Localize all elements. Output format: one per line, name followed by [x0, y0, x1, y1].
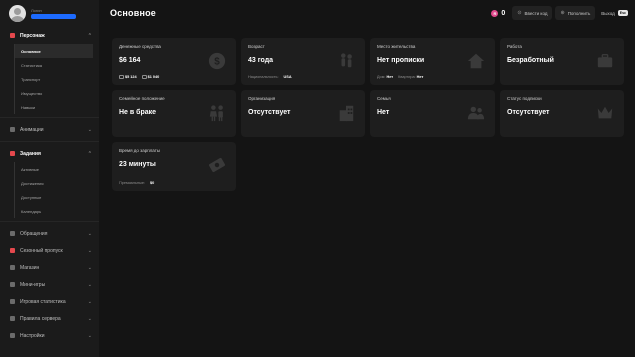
- animation-icon: [9, 127, 15, 133]
- profile-login-label: Логин: [31, 7, 42, 13]
- coin-amount: 0: [501, 9, 506, 17]
- profile-name-redacted: [31, 13, 76, 19]
- house-icon: [467, 52, 485, 70]
- sidebar-section-animations[interactable]: Анимации ⌄: [0, 121, 99, 138]
- top-up-button[interactable]: ⊕ Пополнить: [555, 6, 596, 20]
- house-value: Нет: [386, 75, 394, 79]
- chevron-down-icon: ⌄: [87, 298, 92, 305]
- stats-icon: [9, 299, 15, 305]
- rules-icon: [9, 316, 15, 322]
- chevron-down-icon: ⌄: [87, 126, 92, 133]
- profile[interactable]: Логин: [0, 0, 99, 26]
- chevron-down-icon: ⌄: [87, 315, 92, 322]
- sidebar-item-statistics[interactable]: Статистика: [15, 58, 93, 72]
- sidebar-item-achievements[interactable]: Достижения: [15, 176, 93, 190]
- sidebar-section-shop[interactable]: Магазин ⌄: [0, 259, 99, 276]
- sidebar-section-tickets[interactable]: Обращения ⌄: [0, 225, 99, 242]
- gear-icon: [9, 333, 15, 339]
- cash-balance: $1 040: [141, 75, 159, 79]
- crown-icon: [596, 104, 614, 122]
- avatar: [9, 4, 26, 22]
- card-organization: Организация Отсутствует: [241, 90, 365, 137]
- card-money: Денежные средства $6 164 $5 124 $1 040 $: [112, 38, 236, 85]
- ticket-icon: [9, 231, 15, 237]
- sidebar-item-available[interactable]: Доступные: [15, 190, 93, 204]
- money-bill-icon: [208, 156, 226, 174]
- sidebar-item-skills[interactable]: Навыки: [15, 100, 93, 114]
- page-title: Основное: [110, 8, 157, 18]
- card-job: Работа Безработный: [500, 38, 624, 85]
- esc-key-badge: Esc: [617, 10, 628, 16]
- svg-text:$: $: [214, 57, 220, 68]
- elderly-people-icon: [337, 52, 355, 70]
- divider: [0, 221, 99, 222]
- bonus-value: $0: [149, 181, 155, 185]
- card-subscription: Статус подписки Отсутствует: [500, 90, 624, 137]
- chevron-down-icon: ⌄: [87, 281, 92, 288]
- gift-icon: ⊙: [517, 10, 522, 16]
- card-icon: [119, 75, 124, 79]
- chevron-down-icon: ⌄: [87, 332, 92, 339]
- card-family: Семья Нет: [370, 90, 495, 137]
- card-residence: Место жительства Нет прописки Дом: Нет К…: [370, 38, 495, 85]
- plus-circle-icon: ⊕: [560, 10, 565, 16]
- sidebar: Логин Персонаж ⌃ Основное Статистика Тра…: [0, 0, 99, 357]
- card-salary: Время до зарплаты 23 минуты Премиальные:…: [112, 142, 236, 191]
- sidebar-item-transport[interactable]: Транспорт: [15, 72, 93, 86]
- character-submenu: Основное Статистика Транспорт Имущество …: [14, 44, 99, 114]
- building-icon: [337, 104, 355, 122]
- topbar: R 0 ⊙ Ввести код ⊕ Пополнить Выход Esc: [487, 6, 628, 20]
- person-icon: [9, 33, 15, 39]
- sidebar-section-character[interactable]: Персонаж ⌃: [0, 27, 99, 44]
- sidebar-section-season-pass[interactable]: Сезонный пропуск ⌄: [0, 242, 99, 259]
- briefcase-icon: [596, 52, 614, 70]
- bank-balance: $5 124: [119, 75, 137, 79]
- chevron-up-icon: ⌃: [87, 32, 92, 39]
- dollar-icon: $: [208, 52, 226, 70]
- sidebar-section-minigames[interactable]: Мини-игры ⌄: [0, 276, 99, 293]
- sidebar-section-game-stats[interactable]: Игровая статистика ⌄: [0, 293, 99, 310]
- card-marital: Семейное положение Не в браке: [112, 90, 236, 137]
- star-icon: [9, 151, 15, 157]
- sidebar-section-settings[interactable]: Настройки ⌄: [0, 327, 99, 344]
- coin-balance: R 0: [487, 6, 509, 20]
- shop-icon: [9, 265, 15, 271]
- divider: [0, 141, 99, 142]
- coin-icon: R: [491, 9, 499, 17]
- chevron-down-icon: ⌄: [87, 230, 92, 237]
- sidebar-item-active[interactable]: Активные: [15, 162, 93, 176]
- sidebar-item-property[interactable]: Имущество: [15, 86, 93, 100]
- exit-button[interactable]: Выход Esc: [598, 10, 628, 16]
- chevron-up-icon: ⌃: [87, 150, 92, 157]
- season-pass-icon: [9, 248, 15, 254]
- chevron-down-icon: ⌄: [87, 247, 92, 254]
- sidebar-section-rules[interactable]: Правила сервера ⌄: [0, 310, 99, 327]
- sidebar-item-main[interactable]: Основное: [15, 44, 93, 58]
- chevron-down-icon: ⌄: [87, 264, 92, 271]
- apartment-value: Нет: [416, 75, 424, 79]
- gamepad-icon: [9, 282, 15, 288]
- couple-icon: [208, 104, 226, 122]
- nationality-value: USA: [283, 75, 292, 79]
- sidebar-item-calendar[interactable]: Календарь: [15, 204, 93, 218]
- enter-code-button[interactable]: ⊙ Ввести код: [512, 6, 553, 20]
- card-age: Возраст 43 года Национальность: USA: [241, 38, 365, 85]
- quests-submenu: Активные Достижения Доступные Календарь: [14, 162, 99, 218]
- family-group-icon: [467, 104, 485, 122]
- cash-icon: [141, 75, 147, 79]
- divider: [0, 117, 99, 118]
- sidebar-section-quests[interactable]: Задания ⌃: [0, 145, 99, 162]
